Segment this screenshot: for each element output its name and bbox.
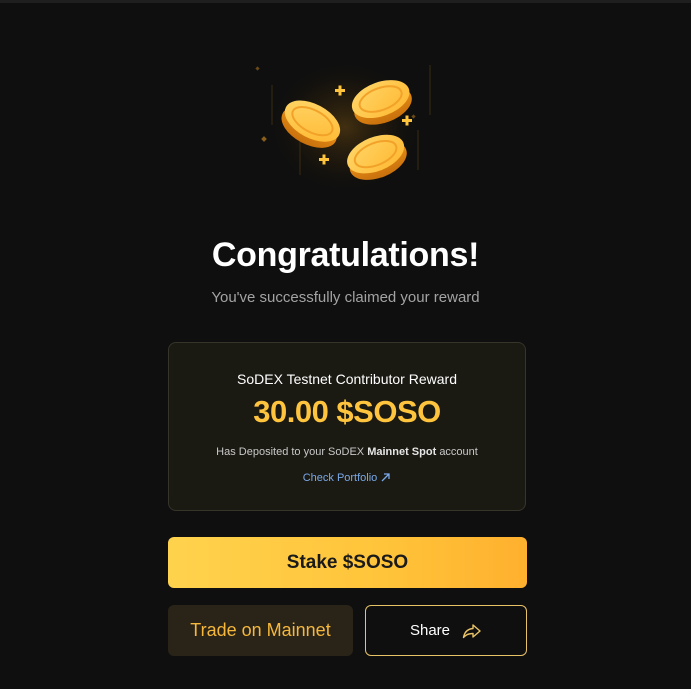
trade-button-label: Trade on Mainnet — [190, 620, 331, 640]
deposit-prefix: Has Deposited to your SoDEX — [216, 446, 365, 458]
top-divider — [0, 0, 691, 3]
deposit-account: Mainnet Spot — [367, 446, 437, 458]
check-portfolio-link[interactable]: Check Portfolio — [169, 472, 525, 484]
deposit-message: Has Deposited to your SoDEX Mainnet Spot… — [169, 446, 525, 458]
page-title: Congratulations! — [211, 236, 480, 274]
page-subtitle: You've successfully claimed your reward — [211, 289, 480, 306]
share-button[interactable]: Share — [365, 605, 527, 656]
check-portfolio-label: Check Portfolio — [302, 472, 378, 484]
share-button-label: Share — [409, 622, 451, 639]
reward-amount: 30.00 $SOSO — [253, 394, 441, 429]
reward-card: SoDEX Testnet Contributor Reward 30.00 $… — [168, 342, 526, 511]
arrow-up-right-icon — [381, 473, 390, 482]
coins-icon — [250, 55, 440, 205]
reward-name: SoDEX Testnet Contributor Reward — [237, 371, 457, 387]
trade-on-mainnet-button[interactable]: Trade on Mainnet — [168, 605, 353, 656]
deposit-suffix: account — [439, 446, 478, 458]
share-icon — [462, 623, 481, 638]
stake-button[interactable]: Stake $SOSO — [168, 537, 527, 588]
stake-button-label: Stake $SOSO — [286, 551, 409, 573]
